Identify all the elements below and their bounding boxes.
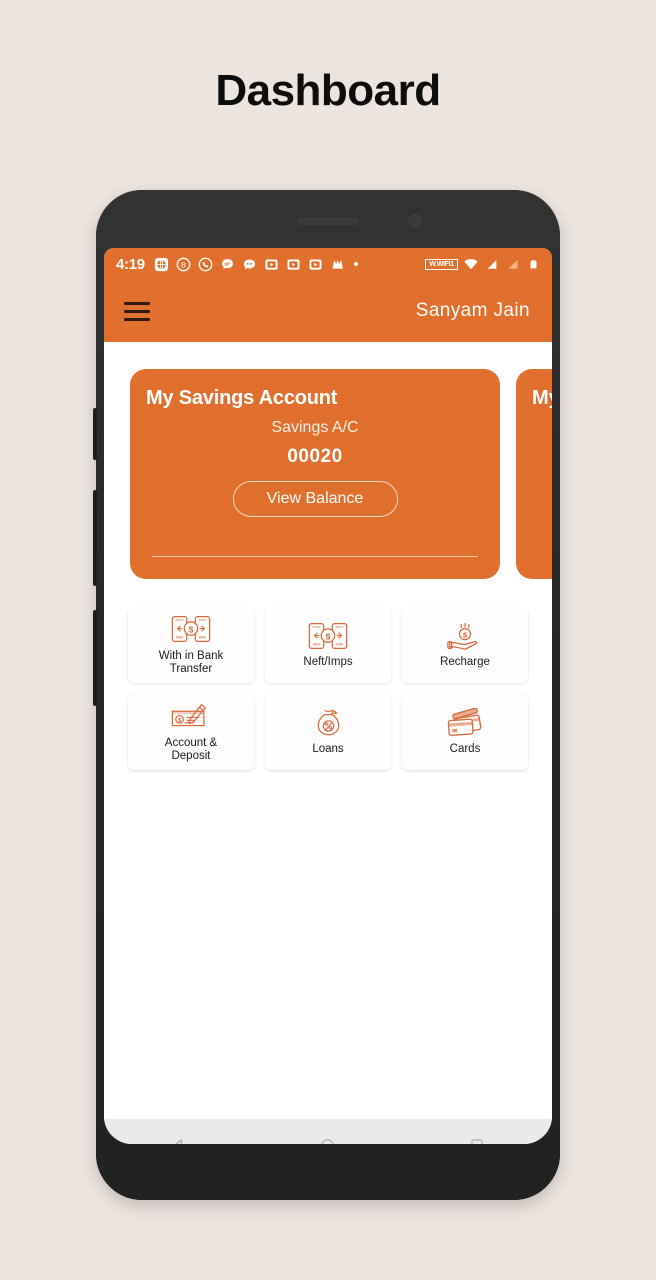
phone-transfer-icon: $: [307, 620, 349, 652]
myntra-app-icon: [329, 256, 346, 273]
tile-label: Cards: [449, 743, 481, 756]
hamburger-line-2: [124, 309, 150, 313]
earpiece-speaker: [297, 217, 359, 225]
tile-account-deposit[interactable]: $ Account & Deposit: [128, 694, 254, 770]
tile-loans[interactable]: Loans: [265, 694, 391, 770]
account-card-number: 00020: [287, 446, 343, 467]
tile-cards[interactable]: Cards: [402, 694, 528, 770]
svg-text:$: $: [326, 631, 331, 641]
account-card-subtitle: Savings A/C: [271, 419, 359, 436]
tile-neft-imps[interactable]: $ Neft/Imps: [265, 607, 391, 683]
page-root: Dashboard 4:19 B W.WIFI1 Sanyam Jain My …: [0, 0, 656, 1280]
home-circle-icon[interactable]: [308, 1125, 348, 1144]
hamburger-line-3: [124, 317, 150, 321]
phone-transfer-icon: $: [170, 614, 212, 646]
status-bar: 4:19 B W.WIFI1: [104, 248, 552, 280]
hamburger-menu-icon[interactable]: [124, 301, 150, 321]
power-button[interactable]: [93, 408, 97, 460]
account-card-next[interactable]: My: [516, 369, 552, 579]
tile-label: Loans: [312, 743, 344, 756]
tile-label: Recharge: [440, 656, 490, 669]
hand-coin-icon: $: [446, 620, 484, 652]
recents-square-icon[interactable]: [457, 1125, 497, 1144]
front-camera-icon: [408, 214, 422, 228]
hamburger-line-1: [124, 301, 150, 305]
tile-within-bank-transfer[interactable]: $ With in Bank Transfer: [128, 607, 254, 683]
svg-text:$: $: [189, 625, 194, 635]
back-triangle-icon[interactable]: [159, 1125, 199, 1144]
tile-label: With in Bank Transfer: [158, 649, 224, 675]
credit-cards-icon: [444, 707, 486, 739]
messages-icon: [241, 256, 258, 273]
status-bar-clock: 4:19: [116, 255, 145, 273]
signal-bars-icon-2: [504, 256, 521, 273]
volume-up-button[interactable]: [93, 490, 97, 586]
status-dot-icon: [353, 262, 358, 266]
wifi-label-badge: W.WIFI1: [425, 258, 458, 270]
globe-app-icon: [153, 256, 170, 273]
video-app-icon-3: [307, 256, 324, 273]
quick-actions-grid: $ With in Bank Transfer $ Neft/Imps $ Re…: [128, 607, 528, 770]
status-bar-right-group: W.WIFI1: [425, 256, 542, 273]
chat-bubble-icon: [219, 256, 236, 273]
money-bag-percent-icon: [312, 707, 345, 739]
account-card-next-title: My: [532, 387, 552, 409]
account-card-carousel[interactable]: My Savings Account Savings A/C 00020 Vie…: [104, 369, 552, 579]
account-card-savings[interactable]: My Savings Account Savings A/C 00020 Vie…: [130, 369, 500, 579]
view-balance-button[interactable]: View Balance: [232, 481, 398, 517]
video-app-icon-1: [263, 256, 280, 273]
tile-label: Neft/Imps: [303, 656, 353, 669]
whatsapp-icon: [197, 256, 214, 273]
wifi-icon: [462, 256, 479, 273]
signal-bars-icon-1: [483, 256, 500, 273]
cheque-pen-icon: $: [170, 701, 212, 733]
tile-recharge[interactable]: $ Recharge: [402, 607, 528, 683]
page-title: Dashboard: [215, 66, 441, 115]
b-circle-app-icon: B: [175, 256, 192, 273]
android-navigation-bar: [104, 1119, 552, 1144]
tile-label: Account & Deposit: [164, 736, 218, 762]
account-card-divider: [152, 555, 478, 557]
account-card-title: My Savings Account: [146, 387, 338, 409]
app-bar: Sanyam Jain: [104, 280, 552, 342]
video-app-icon-2: [285, 256, 302, 273]
screen-content: My Savings Account Savings A/C 00020 Vie…: [104, 369, 552, 1144]
battery-icon: [525, 256, 542, 273]
volume-down-button[interactable]: [93, 610, 97, 706]
svg-text:$: $: [463, 630, 468, 639]
username-label[interactable]: Sanyam Jain: [416, 300, 530, 322]
phone-device: 4:19 B W.WIFI1 Sanyam Jain My Savings Ac…: [93, 190, 560, 1200]
svg-text:B: B: [181, 260, 186, 269]
phone-screen: 4:19 B W.WIFI1 Sanyam Jain My Savings Ac…: [104, 248, 552, 1144]
